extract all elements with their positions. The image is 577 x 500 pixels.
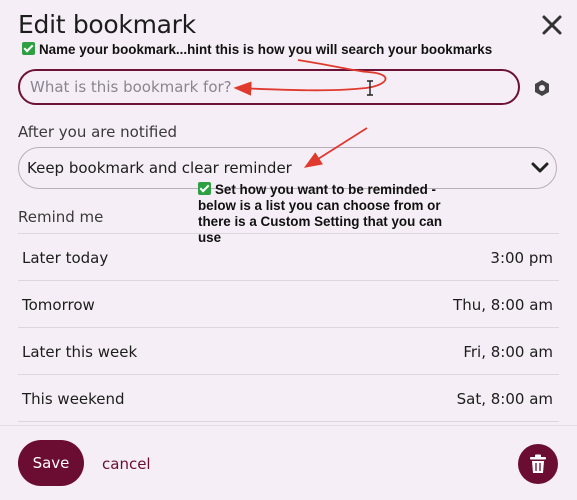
- bookmark-name-input[interactable]: [18, 69, 520, 105]
- annotation-name-hint: Name your bookmark...hint this is how yo…: [22, 42, 492, 58]
- option-time: Fri, 8:00 am: [463, 343, 553, 361]
- checkmark-icon: [22, 42, 35, 55]
- option-label: Later this week: [22, 343, 138, 361]
- bookmark-options-button[interactable]: [533, 79, 551, 97]
- checkmark-icon: [198, 182, 211, 195]
- option-label: Later today: [22, 249, 109, 267]
- after-notified-selected: Keep bookmark and clear reminder: [27, 159, 292, 177]
- remind-me-label: Remind me: [18, 208, 104, 226]
- option-label: Tomorrow: [22, 296, 95, 314]
- text-cursor-icon: [367, 80, 373, 96]
- delete-bookmark-button[interactable]: [518, 444, 558, 484]
- cancel-button[interactable]: cancel: [102, 455, 151, 473]
- option-time: Sat, 8:00 am: [456, 390, 553, 408]
- remind-option-tomorrow[interactable]: Tomorrow Thu, 8:00 am: [18, 281, 559, 328]
- close-button[interactable]: [541, 14, 563, 36]
- save-button[interactable]: Save: [18, 440, 84, 486]
- remind-option-later-this-week[interactable]: Later this week Fri, 8:00 am: [18, 328, 559, 375]
- option-label: This weekend: [22, 390, 125, 408]
- modal-title: Edit bookmark: [18, 10, 196, 39]
- option-time: 3:00 pm: [490, 249, 553, 267]
- chevron-down-icon: [531, 162, 549, 173]
- annotation-name-hint-text: Name your bookmark...hint this is how yo…: [39, 42, 493, 57]
- footer-divider: [0, 425, 577, 426]
- remind-options-list: Later today 3:00 pm Tomorrow Thu, 8:00 a…: [18, 233, 559, 422]
- trash-icon: [530, 454, 546, 473]
- after-notified-label: After you are notified: [18, 123, 178, 141]
- gear-icon: [535, 80, 549, 96]
- close-icon: [542, 15, 562, 35]
- option-time: Thu, 8:00 am: [453, 296, 553, 314]
- remind-option-later-today[interactable]: Later today 3:00 pm: [18, 234, 559, 281]
- remind-option-this-weekend[interactable]: This weekend Sat, 8:00 am: [18, 375, 559, 422]
- edit-bookmark-modal: Edit bookmark Name your bookmark...hint …: [0, 0, 577, 500]
